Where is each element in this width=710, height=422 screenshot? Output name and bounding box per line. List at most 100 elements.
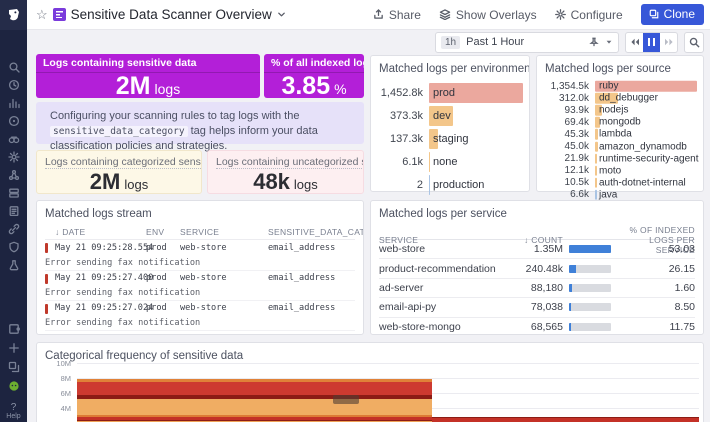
toplist-row[interactable]: 2 production	[377, 173, 523, 196]
toplist-row[interactable]: 10.5k auth-dotnet-internal	[543, 177, 697, 189]
sidebar-item-infrastructure[interactable]	[0, 184, 27, 201]
widget-logs-categorized[interactable]: Logs containing categorized sensiti... 2…	[36, 150, 202, 194]
toplist-row[interactable]: 137.3k staging	[377, 127, 523, 150]
sidebar-item-copy[interactable]	[0, 358, 27, 375]
widget-log-stream[interactable]: Matched logs stream ↓ DATE ENV SERVICE S…	[36, 200, 364, 335]
favorite-star-icon[interactable]: ☆	[36, 8, 48, 21]
service-row[interactable]: email-api-py 78,038 8.50	[379, 298, 695, 318]
widget-title: % of all indexed logs	[264, 54, 364, 73]
log-row[interactable]: May 21 09:25:27.400 prod web-store email_ad…	[45, 270, 355, 285]
service-pct: 8.50	[674, 301, 695, 314]
sidebar-item-marketplace[interactable]	[0, 320, 27, 337]
toplist-row[interactable]: 69.4k mongodb	[543, 116, 697, 128]
toplist-bar-area: none	[429, 150, 523, 173]
toplist-row[interactable]: 45.0k amazon_dynamodb	[543, 140, 697, 152]
toplist-label: java	[599, 189, 618, 201]
pin-icon[interactable]	[589, 37, 599, 47]
sidebar-item-history[interactable]	[0, 76, 27, 93]
service-row[interactable]: ad-server 88,180 1.60	[379, 279, 695, 299]
toplist-bar-area: amazon_dynamodb	[595, 140, 697, 152]
service-name: product-recommendation	[379, 262, 496, 275]
infrastructure-icon	[8, 188, 19, 198]
toplist-row[interactable]: 6.1k none	[377, 150, 523, 173]
count-bar-track	[569, 322, 611, 331]
toplist-value: 373.3k	[389, 109, 423, 122]
help-button[interactable]: ? Help	[0, 402, 27, 420]
widget-logs-sensitive[interactable]: Logs containing sensitive data 2M logs	[36, 54, 260, 98]
column-category[interactable]: SENSITIVE_DATA_CATEGORY	[268, 227, 363, 237]
log-message[interactable]: Error sending fax notification	[45, 255, 355, 270]
toplist-row[interactable]: 312.0k dd_debugger	[543, 92, 697, 104]
sidebar-nav-bottom	[0, 320, 27, 394]
pause-button[interactable]	[643, 32, 660, 52]
column-env[interactable]: ENV	[146, 227, 180, 237]
sidebar-item-logs[interactable]	[0, 202, 27, 219]
log-message[interactable]: Error sending fax notification	[45, 285, 355, 300]
count-bar-track	[569, 283, 611, 292]
toplist-row[interactable]: 45.3k lambda	[543, 128, 697, 140]
widget-unit: logs	[293, 177, 318, 192]
chart-drag-handle[interactable]	[333, 395, 359, 404]
sidebar-item-bits-ai[interactable]	[0, 377, 27, 394]
toplist-row[interactable]: 1,452.8k prod	[377, 81, 523, 104]
service-pct: 1.60	[674, 281, 695, 294]
widget-pct-indexed[interactable]: % of all indexed logs 3.85%	[264, 54, 364, 98]
title-chevron-down-icon[interactable]	[277, 10, 286, 19]
time-range-selector[interactable]: 1h Past 1 Hour	[435, 31, 619, 53]
toplist-value: 12.1k	[564, 165, 589, 177]
service-row[interactable]: web-store 1.35M 53.03	[379, 240, 695, 260]
widget-title: Logs containing uncategorized sens...	[208, 151, 363, 170]
freq-chart-plot[interactable]	[77, 359, 699, 422]
service-row[interactable]: web-store-mongo 68,565 11.75	[379, 318, 695, 334]
count-bar-fill	[569, 245, 611, 254]
widget-service-table[interactable]: Matched logs per service SERVICE ↓ COUNT…	[370, 200, 704, 335]
history-icon	[8, 79, 19, 90]
toplist-value: 137.3k	[389, 132, 423, 145]
sidebar-item-search[interactable]	[0, 58, 27, 75]
time-dropdown-caret-icon[interactable]	[605, 38, 613, 46]
sidebar-item-watchdog[interactable]	[0, 130, 27, 147]
area-band	[77, 399, 432, 415]
log-message[interactable]: Error sending fax notification	[45, 315, 355, 330]
sidebar-item-integrations[interactable]	[0, 220, 27, 237]
toplist-row[interactable]: 21.9k runtime-security-agent	[543, 153, 699, 165]
service-row[interactable]: product-recommendation 240.48k 26.15	[379, 259, 695, 279]
configure-button[interactable]: Configure	[554, 8, 623, 22]
sidebar-item-monitors[interactable]	[0, 112, 27, 129]
toplist-label: none	[433, 155, 458, 168]
show-overlays-button[interactable]: Show Overlays	[439, 8, 537, 22]
toplist-row[interactable]: 1,354.5k ruby	[543, 80, 697, 92]
column-service[interactable]: SERVICE	[180, 227, 268, 237]
widget-env-toplist[interactable]: Matched logs per environment 1,452.8k pro…	[370, 55, 530, 195]
toplist-row[interactable]: 93.9k nodejs	[543, 104, 697, 116]
sidebar-item-dashboards[interactable]	[0, 94, 27, 111]
sidebar-item-security[interactable]	[0, 238, 27, 255]
sidebar-item-synthetics[interactable]	[0, 256, 27, 273]
gear-icon	[554, 9, 566, 20]
toplist-row[interactable]: 12.1k moto	[543, 165, 697, 177]
log-status-bar	[45, 303, 48, 314]
datadog-logo[interactable]	[0, 0, 27, 30]
column-date[interactable]: ↓ DATE	[45, 227, 146, 237]
log-stream-header: ↓ DATE ENV SERVICE SENSITIVE_DATA_CATEGO…	[45, 225, 363, 240]
time-forward-button[interactable]	[660, 33, 677, 52]
toplist-label: dev	[433, 109, 451, 122]
toplist-label: dd_debugger	[599, 92, 658, 104]
log-row[interactable]: May 21 09:25:28.554 prod web-store email_ad…	[45, 240, 355, 255]
note-widget: Configuring your scanning rules to tag l…	[36, 102, 364, 152]
widget-logs-uncategorized[interactable]: Logs containing uncategorized sens... 48…	[207, 150, 364, 194]
share-button[interactable]: Share	[373, 8, 421, 22]
zoom-out-button[interactable]	[684, 31, 704, 53]
sidebar-item-apm[interactable]	[0, 166, 27, 183]
widget-frequency-chart[interactable]: Categorical frequency of sensitive data …	[36, 342, 704, 422]
log-row[interactable]: May 21 09:25:26.999prodweb-storeemail_ad…	[45, 330, 355, 333]
widget-value: 2M	[89, 169, 121, 194]
log-category: email_address	[268, 273, 336, 283]
sidebar-item-metrics[interactable]	[0, 148, 27, 165]
time-backward-button[interactable]	[626, 33, 643, 52]
log-row[interactable]: May 21 09:25:27.024 prod web-store email_ad…	[45, 300, 355, 315]
toplist-row[interactable]: 373.3k dev	[377, 104, 523, 127]
widget-source-toplist[interactable]: Matched logs per source 1,354.5k ruby 312.…	[536, 55, 704, 200]
clone-button[interactable]: Clone	[640, 4, 704, 25]
sidebar-item-quick-add[interactable]	[0, 339, 27, 356]
